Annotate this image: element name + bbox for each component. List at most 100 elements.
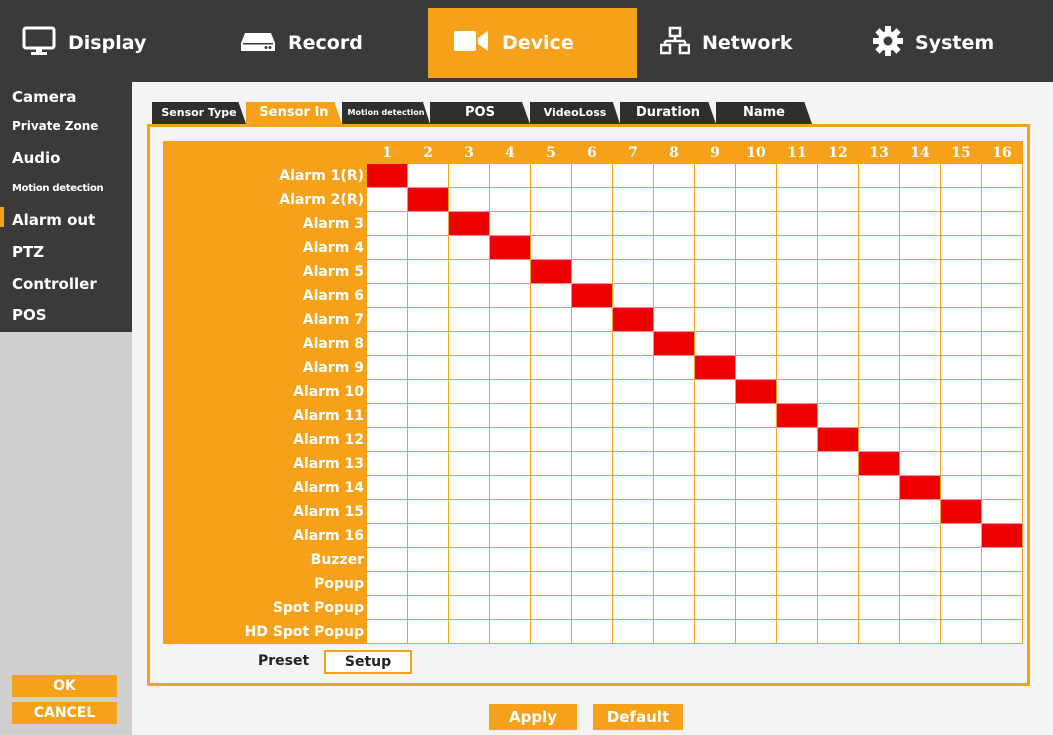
matrix-cell-off[interactable] (899, 283, 941, 308)
matrix-cell-off[interactable] (653, 403, 695, 428)
matrix-cell-off[interactable] (735, 523, 777, 548)
matrix-cell-off[interactable] (448, 547, 490, 572)
matrix-cell-off[interactable] (735, 259, 777, 284)
matrix-cell-off[interactable] (940, 307, 982, 332)
matrix-cell-off[interactable] (489, 595, 531, 620)
matrix-cell-off[interactable] (776, 475, 818, 500)
matrix-cell-off[interactable] (817, 307, 859, 332)
matrix-cell-off[interactable] (694, 595, 736, 620)
matrix-cell-off[interactable] (940, 163, 982, 188)
matrix-cell-off[interactable] (940, 235, 982, 260)
matrix-cell-off[interactable] (817, 547, 859, 572)
matrix-cell-off[interactable] (694, 259, 736, 284)
matrix-cell-off[interactable] (899, 427, 941, 452)
matrix-cell-off[interactable] (366, 283, 408, 308)
matrix-cell-off[interactable] (366, 499, 408, 524)
matrix-cell-on[interactable] (940, 499, 982, 524)
matrix-cell-off[interactable] (407, 595, 449, 620)
matrix-cell-off[interactable] (653, 475, 695, 500)
matrix-cell-off[interactable] (612, 427, 654, 452)
matrix-cell-off[interactable] (407, 451, 449, 476)
matrix-cell-off[interactable] (448, 235, 490, 260)
matrix-cell-off[interactable] (735, 475, 777, 500)
matrix-cell-off[interactable] (612, 187, 654, 212)
sidebar-item-controller[interactable]: Controller (12, 275, 97, 293)
matrix-cell-off[interactable] (612, 403, 654, 428)
matrix-cell-off[interactable] (448, 187, 490, 212)
matrix-cell-off[interactable] (489, 283, 531, 308)
matrix-cell-off[interactable] (653, 619, 695, 644)
matrix-cell-off[interactable] (448, 259, 490, 284)
matrix-cell-off[interactable] (653, 595, 695, 620)
matrix-cell-off[interactable] (858, 259, 900, 284)
matrix-cell-on[interactable] (817, 427, 859, 452)
matrix-cell-off[interactable] (407, 547, 449, 572)
matrix-cell-off[interactable] (694, 571, 736, 596)
matrix-cell-off[interactable] (899, 379, 941, 404)
matrix-cell-off[interactable] (817, 163, 859, 188)
matrix-cell-off[interactable] (530, 571, 572, 596)
matrix-cell-off[interactable] (571, 499, 613, 524)
matrix-cell-off[interactable] (530, 523, 572, 548)
matrix-cell-off[interactable] (817, 187, 859, 212)
matrix-cell-off[interactable] (366, 571, 408, 596)
matrix-cell-off[interactable] (817, 283, 859, 308)
matrix-cell-off[interactable] (899, 187, 941, 212)
matrix-cell-off[interactable] (940, 427, 982, 452)
matrix-cell-off[interactable] (530, 211, 572, 236)
matrix-cell-off[interactable] (858, 547, 900, 572)
matrix-cell-off[interactable] (448, 499, 490, 524)
matrix-cell-off[interactable] (776, 427, 818, 452)
matrix-cell-off[interactable] (899, 451, 941, 476)
matrix-cell-off[interactable] (899, 211, 941, 236)
matrix-cell-on[interactable] (776, 403, 818, 428)
matrix-cell-off[interactable] (571, 451, 613, 476)
matrix-cell-off[interactable] (776, 451, 818, 476)
matrix-cell-off[interactable] (776, 547, 818, 572)
matrix-cell-off[interactable] (858, 595, 900, 620)
matrix-cell-off[interactable] (653, 283, 695, 308)
matrix-cell-off[interactable] (407, 475, 449, 500)
matrix-cell-off[interactable] (694, 187, 736, 212)
matrix-cell-off[interactable] (899, 547, 941, 572)
matrix-cell-off[interactable] (981, 259, 1023, 284)
matrix-cell-off[interactable] (735, 595, 777, 620)
matrix-cell-off[interactable] (858, 475, 900, 500)
matrix-cell-off[interactable] (735, 283, 777, 308)
matrix-cell-off[interactable] (407, 403, 449, 428)
matrix-cell-off[interactable] (776, 379, 818, 404)
matrix-cell-off[interactable] (571, 595, 613, 620)
matrix-cell-off[interactable] (530, 235, 572, 260)
matrix-cell-off[interactable] (858, 163, 900, 188)
matrix-cell-off[interactable] (981, 595, 1023, 620)
matrix-cell-off[interactable] (776, 331, 818, 356)
matrix-cell-off[interactable] (530, 475, 572, 500)
matrix-cell-off[interactable] (899, 259, 941, 284)
matrix-cell-off[interactable] (981, 427, 1023, 452)
subtab-duration[interactable]: Duration (620, 102, 716, 124)
matrix-cell-off[interactable] (489, 523, 531, 548)
matrix-cell-off[interactable] (366, 403, 408, 428)
matrix-cell-off[interactable] (776, 187, 818, 212)
matrix-cell-off[interactable] (612, 163, 654, 188)
matrix-cell-off[interactable] (612, 499, 654, 524)
subtab-videoloss[interactable]: VideoLoss (530, 102, 620, 124)
matrix-cell-off[interactable] (366, 259, 408, 284)
matrix-cell-off[interactable] (817, 259, 859, 284)
matrix-cell-off[interactable] (858, 379, 900, 404)
matrix-cell-off[interactable] (817, 331, 859, 356)
matrix-cell-off[interactable] (366, 451, 408, 476)
matrix-cell-off[interactable] (940, 475, 982, 500)
matrix-cell-off[interactable] (981, 163, 1023, 188)
subtab-sensor-type[interactable]: Sensor Type (152, 102, 246, 124)
matrix-cell-off[interactable] (489, 451, 531, 476)
matrix-cell-off[interactable] (612, 283, 654, 308)
matrix-cell-off[interactable] (981, 235, 1023, 260)
matrix-cell-off[interactable] (448, 355, 490, 380)
matrix-cell-off[interactable] (653, 427, 695, 452)
matrix-cell-off[interactable] (817, 451, 859, 476)
matrix-cell-off[interactable] (776, 355, 818, 380)
matrix-cell-off[interactable] (899, 571, 941, 596)
matrix-cell-off[interactable] (817, 235, 859, 260)
matrix-cell-off[interactable] (571, 571, 613, 596)
